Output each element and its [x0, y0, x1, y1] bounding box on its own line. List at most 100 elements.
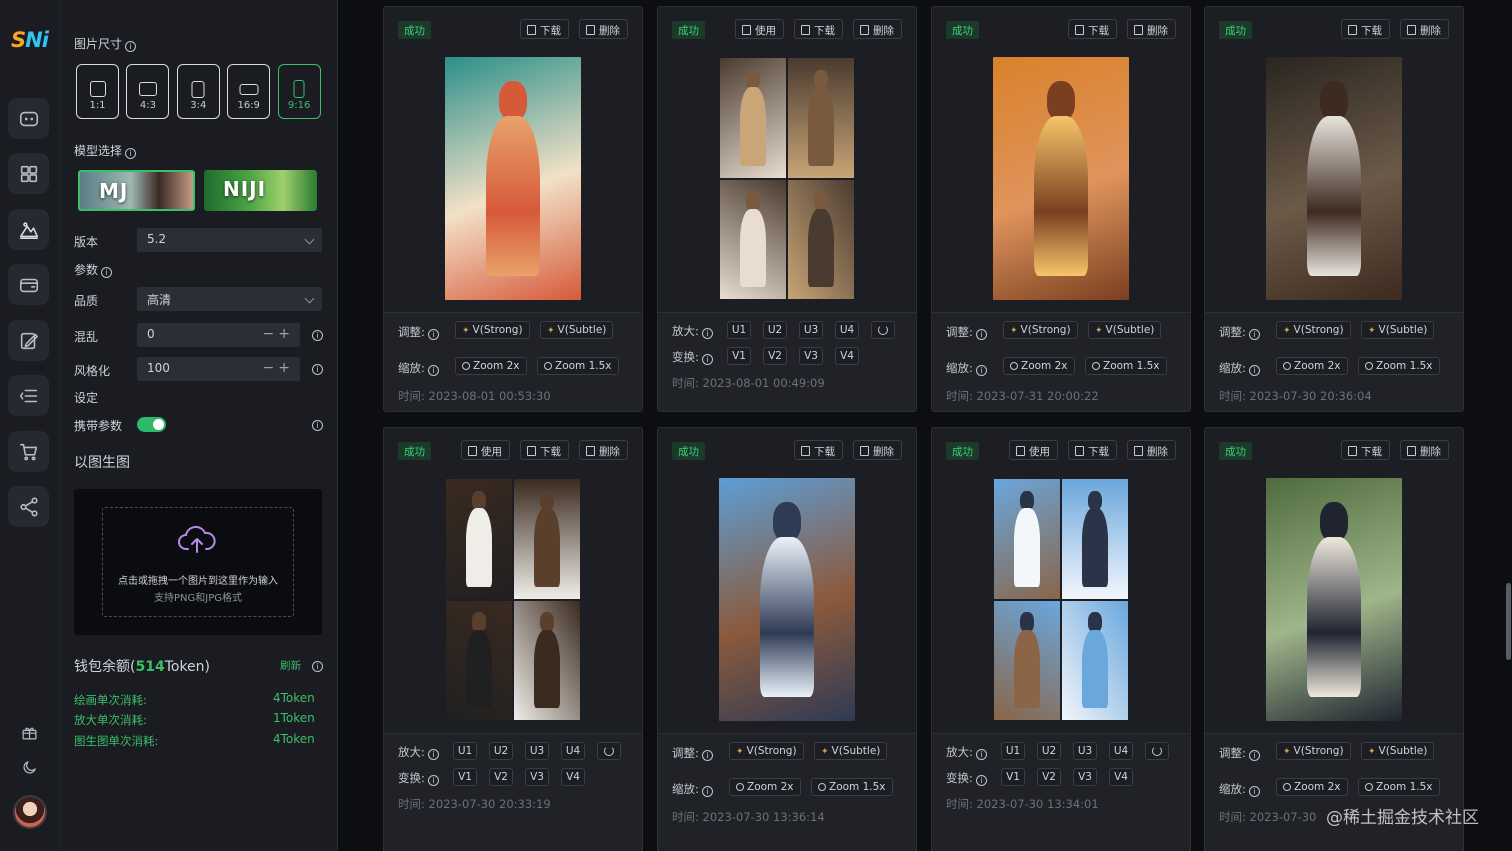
vary-v4-button[interactable]: V4 — [835, 347, 859, 365]
carry-params-toggle[interactable] — [137, 417, 166, 432]
vary-subtle-button[interactable]: ✦ V(Subtle) — [1361, 321, 1435, 339]
zoom-2x-button[interactable]: Zoom 2x — [1276, 778, 1348, 796]
image-grid-preview[interactable] — [445, 478, 581, 721]
share-icon[interactable] — [8, 486, 49, 527]
menu-list-icon[interactable] — [8, 375, 49, 416]
zoom-2x-button[interactable]: Zoom 2x — [1276, 357, 1348, 375]
vary-strong-button[interactable]: ✦ V(Strong) — [1276, 321, 1351, 339]
vary-v1-button[interactable]: V1 — [727, 347, 751, 365]
vary-v2-button[interactable]: V2 — [1037, 768, 1061, 786]
vary-v4-button[interactable]: V4 — [561, 768, 585, 786]
vary-subtle-button[interactable]: ✦ V(Subtle) — [1361, 742, 1435, 760]
model-niji-button[interactable]: NIJI — [204, 170, 317, 211]
generated-image[interactable] — [1266, 478, 1402, 721]
ratio-1-1-button[interactable]: 1:1 — [76, 64, 119, 119]
download-button[interactable]: 下载 — [794, 440, 843, 460]
download-button[interactable]: 下载 — [1341, 19, 1390, 39]
info-icon[interactable]: i — [312, 364, 323, 375]
zoom-1-5x-button[interactable]: Zoom 1.5x — [1358, 357, 1440, 375]
wallet-icon[interactable] — [8, 264, 49, 305]
model-mj-button[interactable]: MJ — [78, 170, 195, 211]
chaos-stepper[interactable]: 0 −+ — [137, 323, 300, 347]
avatar[interactable] — [13, 795, 47, 829]
zoom-2x-button[interactable]: Zoom 2x — [455, 357, 527, 375]
vary-v3-button[interactable]: V3 — [1073, 768, 1097, 786]
zoom-1-5x-button[interactable]: Zoom 1.5x — [537, 357, 619, 375]
image-gen-icon[interactable] — [8, 209, 49, 250]
info-icon[interactable]: i — [312, 330, 323, 341]
upscale-u1-button[interactable]: U1 — [453, 742, 477, 760]
delete-button[interactable]: 删除 — [1127, 440, 1176, 460]
grid-icon[interactable] — [8, 153, 49, 194]
zoom-1-5x-button[interactable]: Zoom 1.5x — [811, 778, 893, 796]
quality-select[interactable]: 高清 — [137, 287, 322, 311]
vary-strong-button[interactable]: ✦ V(Strong) — [729, 742, 804, 760]
download-button[interactable]: 下载 — [1341, 440, 1390, 460]
delete-button[interactable]: 删除 — [853, 440, 902, 460]
use-button[interactable]: 使用 — [461, 440, 510, 460]
chat-icon[interactable] — [8, 98, 49, 139]
vary-strong-button[interactable]: ✦ V(Strong) — [1276, 742, 1351, 760]
upscale-u2-button[interactable]: U2 — [489, 742, 513, 760]
upscale-u3-button[interactable]: U3 — [525, 742, 549, 760]
upscale-u3-button[interactable]: U3 — [799, 321, 823, 339]
vary-v1-button[interactable]: V1 — [453, 768, 477, 786]
cart-icon[interactable] — [8, 431, 49, 472]
vary-subtle-button[interactable]: ✦ V(Subtle) — [540, 321, 614, 339]
moon-icon[interactable] — [18, 756, 40, 778]
generated-image[interactable] — [993, 57, 1129, 300]
zoom-2x-button[interactable]: Zoom 2x — [729, 778, 801, 796]
scrollbar[interactable] — [1506, 583, 1511, 660]
upscale-u3-button[interactable]: U3 — [1073, 742, 1097, 760]
zoom-1-5x-button[interactable]: Zoom 1.5x — [1358, 778, 1440, 796]
image-upload-dropzone[interactable]: 点击或拖拽一个图片到这里作为输入 支持PNG和JPG格式 — [74, 489, 322, 635]
vary-strong-button[interactable]: ✦ V(Strong) — [1003, 321, 1078, 339]
vary-subtle-button[interactable]: ✦ V(Subtle) — [1088, 321, 1162, 339]
zoom-1-5x-button[interactable]: Zoom 1.5x — [1085, 357, 1167, 375]
upscale-u1-button[interactable]: U1 — [1001, 742, 1025, 760]
zoom-2x-button[interactable]: Zoom 2x — [1003, 357, 1075, 375]
info-icon[interactable]: i — [312, 420, 323, 431]
download-button[interactable]: 下载 — [794, 19, 843, 39]
ratio-3-4-button[interactable]: 3:4 — [176, 64, 220, 119]
image-grid-preview[interactable] — [993, 478, 1129, 721]
vary-v4-button[interactable]: V4 — [1109, 768, 1133, 786]
download-button[interactable]: 下载 — [520, 19, 569, 39]
vary-v1-button[interactable]: V1 — [1001, 768, 1025, 786]
refresh-link[interactable]: 刷新 — [280, 658, 301, 673]
gift-icon[interactable] — [18, 721, 40, 743]
image-grid-preview[interactable] — [719, 57, 855, 300]
ratio-16-9-button[interactable]: 16:9 — [227, 64, 271, 119]
vary-v3-button[interactable]: V3 — [799, 347, 823, 365]
use-button[interactable]: 使用 — [735, 19, 784, 39]
delete-button[interactable]: 删除 — [579, 19, 628, 39]
delete-button[interactable]: 删除 — [853, 19, 902, 39]
ratio-4-3-button[interactable]: 4:3 — [126, 64, 170, 119]
reroll-icon[interactable] — [597, 742, 621, 760]
reroll-icon[interactable] — [1145, 742, 1169, 760]
download-button[interactable]: 下载 — [520, 440, 569, 460]
info-icon[interactable]: i — [312, 661, 323, 672]
delete-button[interactable]: 删除 — [1400, 19, 1449, 39]
generated-image[interactable] — [445, 57, 581, 300]
vary-strong-button[interactable]: ✦ V(Strong) — [455, 321, 530, 339]
edit-icon[interactable] — [8, 320, 49, 361]
vary-v2-button[interactable]: V2 — [763, 347, 787, 365]
version-select[interactable]: 5.2 — [137, 228, 322, 252]
upscale-u2-button[interactable]: U2 — [1037, 742, 1061, 760]
download-button[interactable]: 下载 — [1068, 440, 1117, 460]
upscale-u1-button[interactable]: U1 — [727, 321, 751, 339]
ratio-9-16-button[interactable]: 9:16 — [277, 64, 321, 119]
upscale-u4-button[interactable]: U4 — [1109, 742, 1133, 760]
download-button[interactable]: 下载 — [1068, 19, 1117, 39]
upscale-u4-button[interactable]: U4 — [835, 321, 859, 339]
vary-v3-button[interactable]: V3 — [525, 768, 549, 786]
delete-button[interactable]: 删除 — [1127, 19, 1176, 39]
vary-subtle-button[interactable]: ✦ V(Subtle) — [814, 742, 888, 760]
generated-image[interactable] — [719, 478, 855, 721]
use-button[interactable]: 使用 — [1009, 440, 1058, 460]
upscale-u4-button[interactable]: U4 — [561, 742, 585, 760]
stylize-stepper[interactable]: 100 −+ — [137, 357, 300, 381]
delete-button[interactable]: 删除 — [1400, 440, 1449, 460]
upscale-u2-button[interactable]: U2 — [763, 321, 787, 339]
